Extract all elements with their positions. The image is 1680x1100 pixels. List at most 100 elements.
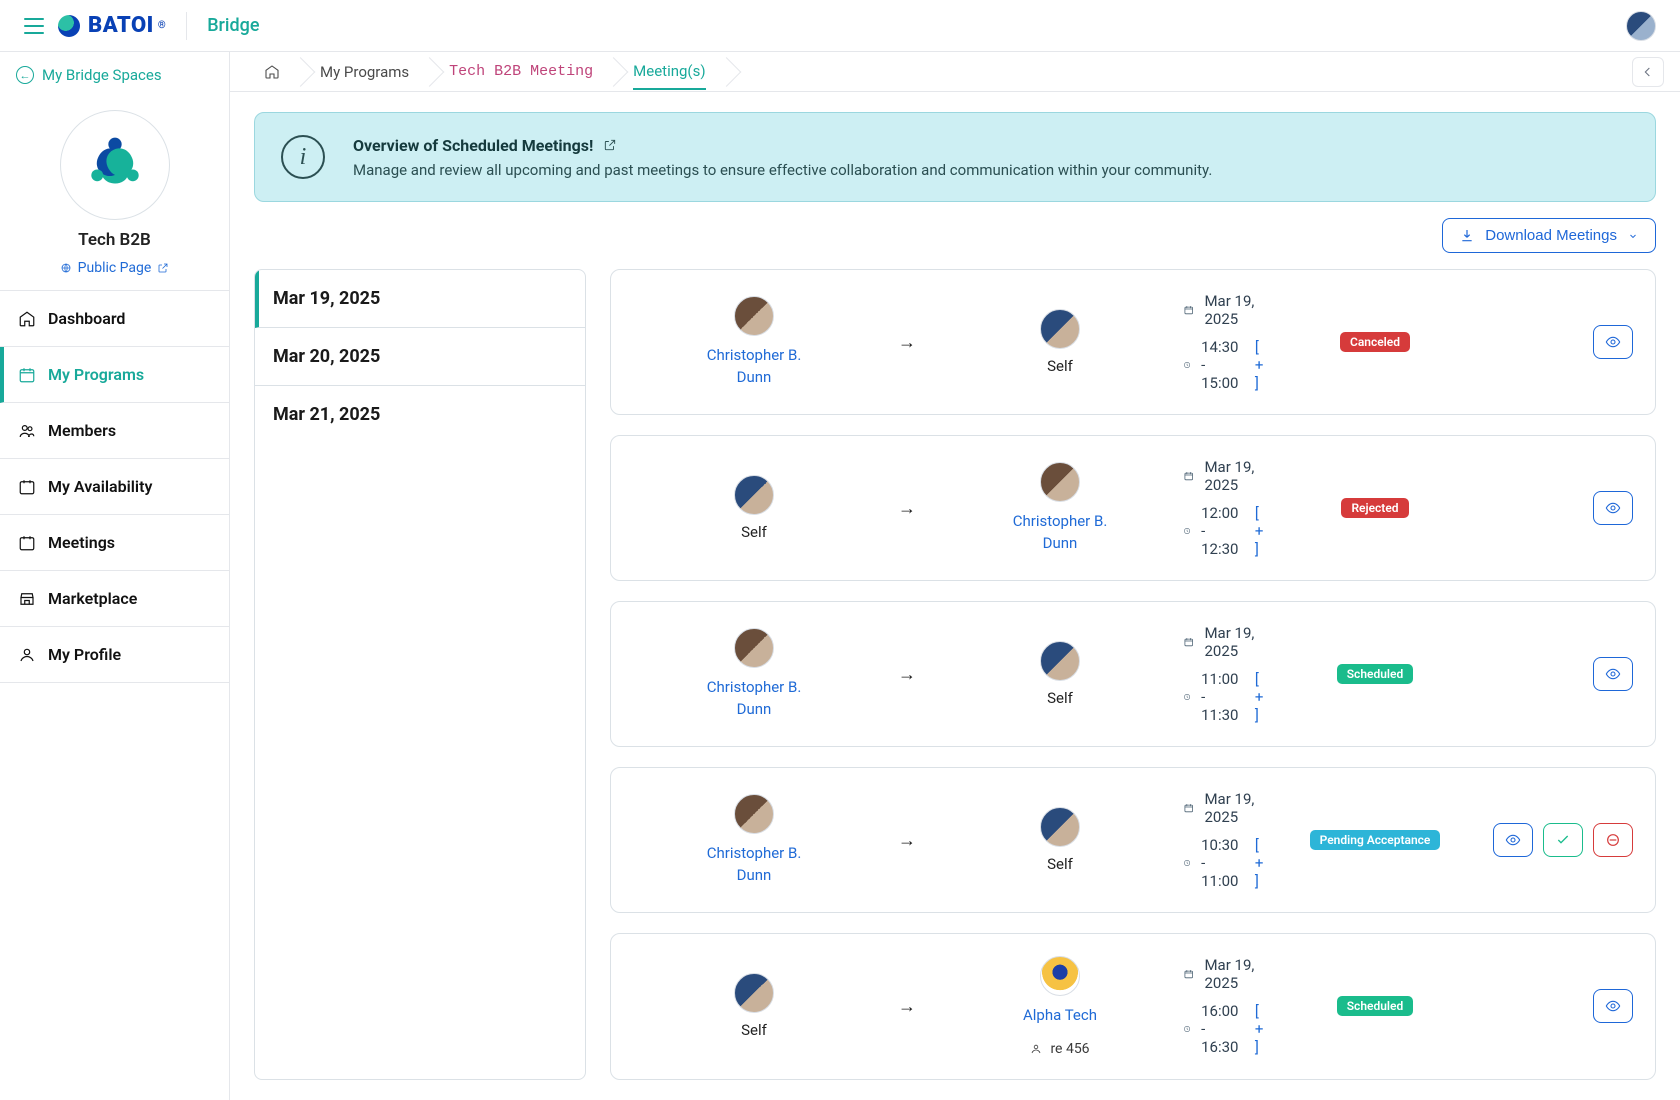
check-icon (1555, 832, 1571, 848)
chevron-down-icon (1627, 230, 1639, 242)
public-page-label: Public Page (78, 260, 152, 276)
app-name[interactable]: Bridge (207, 15, 259, 36)
meeting-datetime: Mar 19, 2025 16:00 - 16:30 [ + ] (1183, 956, 1267, 1056)
party-name: Self (1047, 689, 1073, 707)
sidebar-item-meetings[interactable]: Meetings (0, 515, 229, 571)
meeting-party: Self (945, 309, 1175, 375)
party-name[interactable]: Christopher B.Dunn (1013, 510, 1108, 555)
meeting-datetime: Mar 19, 2025 10:30 - 11:00 [ + ] (1183, 790, 1267, 890)
sidebar-item-members[interactable]: Members (0, 403, 229, 459)
view-meeting-button[interactable] (1593, 657, 1633, 691)
meeting-time: 12:00 - 12:30 (1201, 504, 1245, 558)
user-avatar[interactable] (1626, 11, 1656, 41)
info-icon: i (281, 135, 325, 179)
view-meeting-button[interactable] (1593, 989, 1633, 1023)
sidebar-item-my-programs[interactable]: My Programs (0, 347, 229, 403)
breadcrumb-meeting-s-[interactable]: Meeting(s) (615, 56, 727, 88)
party-name: Self (741, 1021, 767, 1039)
brand-logo[interactable]: BATOI® (58, 13, 166, 38)
info-banner: i Overview of Scheduled Meetings! Manage… (254, 112, 1656, 202)
clock-icon (1183, 357, 1191, 373)
sidebar-item-label: My Programs (48, 365, 144, 384)
date-tab[interactable]: Mar 19, 2025 (255, 270, 585, 328)
arrow-icon: → (877, 830, 937, 851)
party-avatar (734, 973, 774, 1013)
sidebar-item-my-availability[interactable]: My Availability (0, 459, 229, 515)
user-icon (1030, 1043, 1042, 1055)
expand-time-button[interactable]: [ + ] (1255, 670, 1267, 724)
collapse-panel-button[interactable] (1632, 57, 1664, 87)
party-avatar[interactable] (734, 628, 774, 668)
sidebar-item-label: Marketplace (48, 589, 137, 608)
view-meeting-button[interactable] (1593, 325, 1633, 359)
meeting-party: Self (945, 807, 1175, 873)
breadcrumb-home[interactable] (246, 56, 302, 88)
calendar-icon (1183, 634, 1194, 650)
party-avatar (1040, 807, 1080, 847)
meeting-status: Scheduled (1275, 664, 1475, 684)
external-link-icon[interactable] (603, 138, 617, 152)
date-tab[interactable]: Mar 21, 2025 (255, 386, 585, 443)
calendar-icon (18, 366, 36, 384)
party-avatar (1040, 641, 1080, 681)
sidebar-item-marketplace[interactable]: Marketplace (0, 571, 229, 627)
expand-time-button[interactable]: [ + ] (1255, 338, 1267, 392)
calendar-box-icon (18, 478, 36, 496)
org-logo (60, 110, 170, 220)
expand-time-button[interactable]: [ + ] (1255, 1002, 1267, 1056)
banner-title: Overview of Scheduled Meetings! (353, 136, 593, 155)
party-avatar (734, 475, 774, 515)
sidebar-item-my-profile[interactable]: My Profile (0, 627, 229, 683)
globe-icon (60, 262, 72, 274)
view-meeting-button[interactable] (1493, 823, 1533, 857)
back-to-spaces-link[interactable]: My Bridge Spaces (16, 66, 172, 84)
date-tab[interactable]: Mar 20, 2025 (255, 328, 585, 386)
main: My Programs Tech B2B Meeting Meeting(s) i … (230, 52, 1680, 1100)
meeting-status: Canceled (1275, 332, 1475, 352)
sidebar-item-dashboard[interactable]: Dashboard (0, 291, 229, 347)
back-arrow-icon (16, 66, 34, 84)
breadcrumb-tech-b2b-meeting[interactable]: Tech B2B Meeting (431, 56, 615, 88)
party-name[interactable]: Christopher B.Dunn (707, 842, 802, 887)
meeting-datetime: Mar 19, 2025 14:30 - 15:00 [ + ] (1183, 292, 1267, 392)
party-avatar[interactable] (1040, 956, 1080, 996)
meeting-date: Mar 19, 2025 (1204, 790, 1267, 826)
download-meetings-button[interactable]: Download Meetings (1442, 218, 1656, 253)
status-badge: Rejected (1341, 498, 1408, 518)
party-name[interactable]: Christopher B.Dunn (707, 344, 802, 389)
decline-meeting-button[interactable] (1593, 823, 1633, 857)
divider (186, 12, 187, 40)
sidebar-item-label: My Profile (48, 645, 121, 664)
party-name[interactable]: Alpha Tech (1023, 1004, 1097, 1027)
calendar-box-icon (18, 534, 36, 552)
meeting-actions (1483, 491, 1633, 525)
chevron-left-icon (1640, 64, 1656, 80)
accept-meeting-button[interactable] (1543, 823, 1583, 857)
menu-toggle-icon[interactable] (24, 18, 44, 34)
view-meeting-button[interactable] (1593, 491, 1633, 525)
breadcrumb-label: Tech B2B Meeting (449, 63, 593, 80)
party-avatar[interactable] (734, 794, 774, 834)
party-name[interactable]: Christopher B.Dunn (707, 676, 802, 721)
toolbar: Download Meetings (254, 218, 1656, 253)
meetings-panel: Mar 19, 2025 Mar 20, 2025 Mar 21, 2025 Chr… (254, 269, 1656, 1080)
party-avatar[interactable] (734, 296, 774, 336)
expand-time-button[interactable]: [ + ] (1255, 504, 1267, 558)
back-label: My Bridge Spaces (42, 66, 162, 84)
arrow-icon: → (877, 664, 937, 685)
party-name: Self (741, 523, 767, 541)
meeting-date: Mar 19, 2025 (1204, 292, 1267, 328)
date-tab-label: Mar 19, 2025 (273, 288, 380, 309)
meeting-party: Christopher B.Dunn (639, 628, 869, 721)
calendar-icon (1183, 468, 1194, 484)
party-avatar[interactable] (1040, 462, 1080, 502)
clock-icon (1183, 689, 1191, 705)
party-extra: re 456 (1030, 1041, 1089, 1057)
meeting-card: Self → Christopher B.Dunn Mar 19, 2025 1… (610, 435, 1656, 581)
date-tab-label: Mar 20, 2025 (273, 346, 380, 367)
expand-time-button[interactable]: [ + ] (1255, 836, 1267, 890)
home-icon (18, 310, 36, 328)
eye-icon (1605, 500, 1621, 516)
breadcrumb-my-programs[interactable]: My Programs (302, 56, 431, 88)
public-page-link[interactable]: Public Page (60, 260, 170, 276)
